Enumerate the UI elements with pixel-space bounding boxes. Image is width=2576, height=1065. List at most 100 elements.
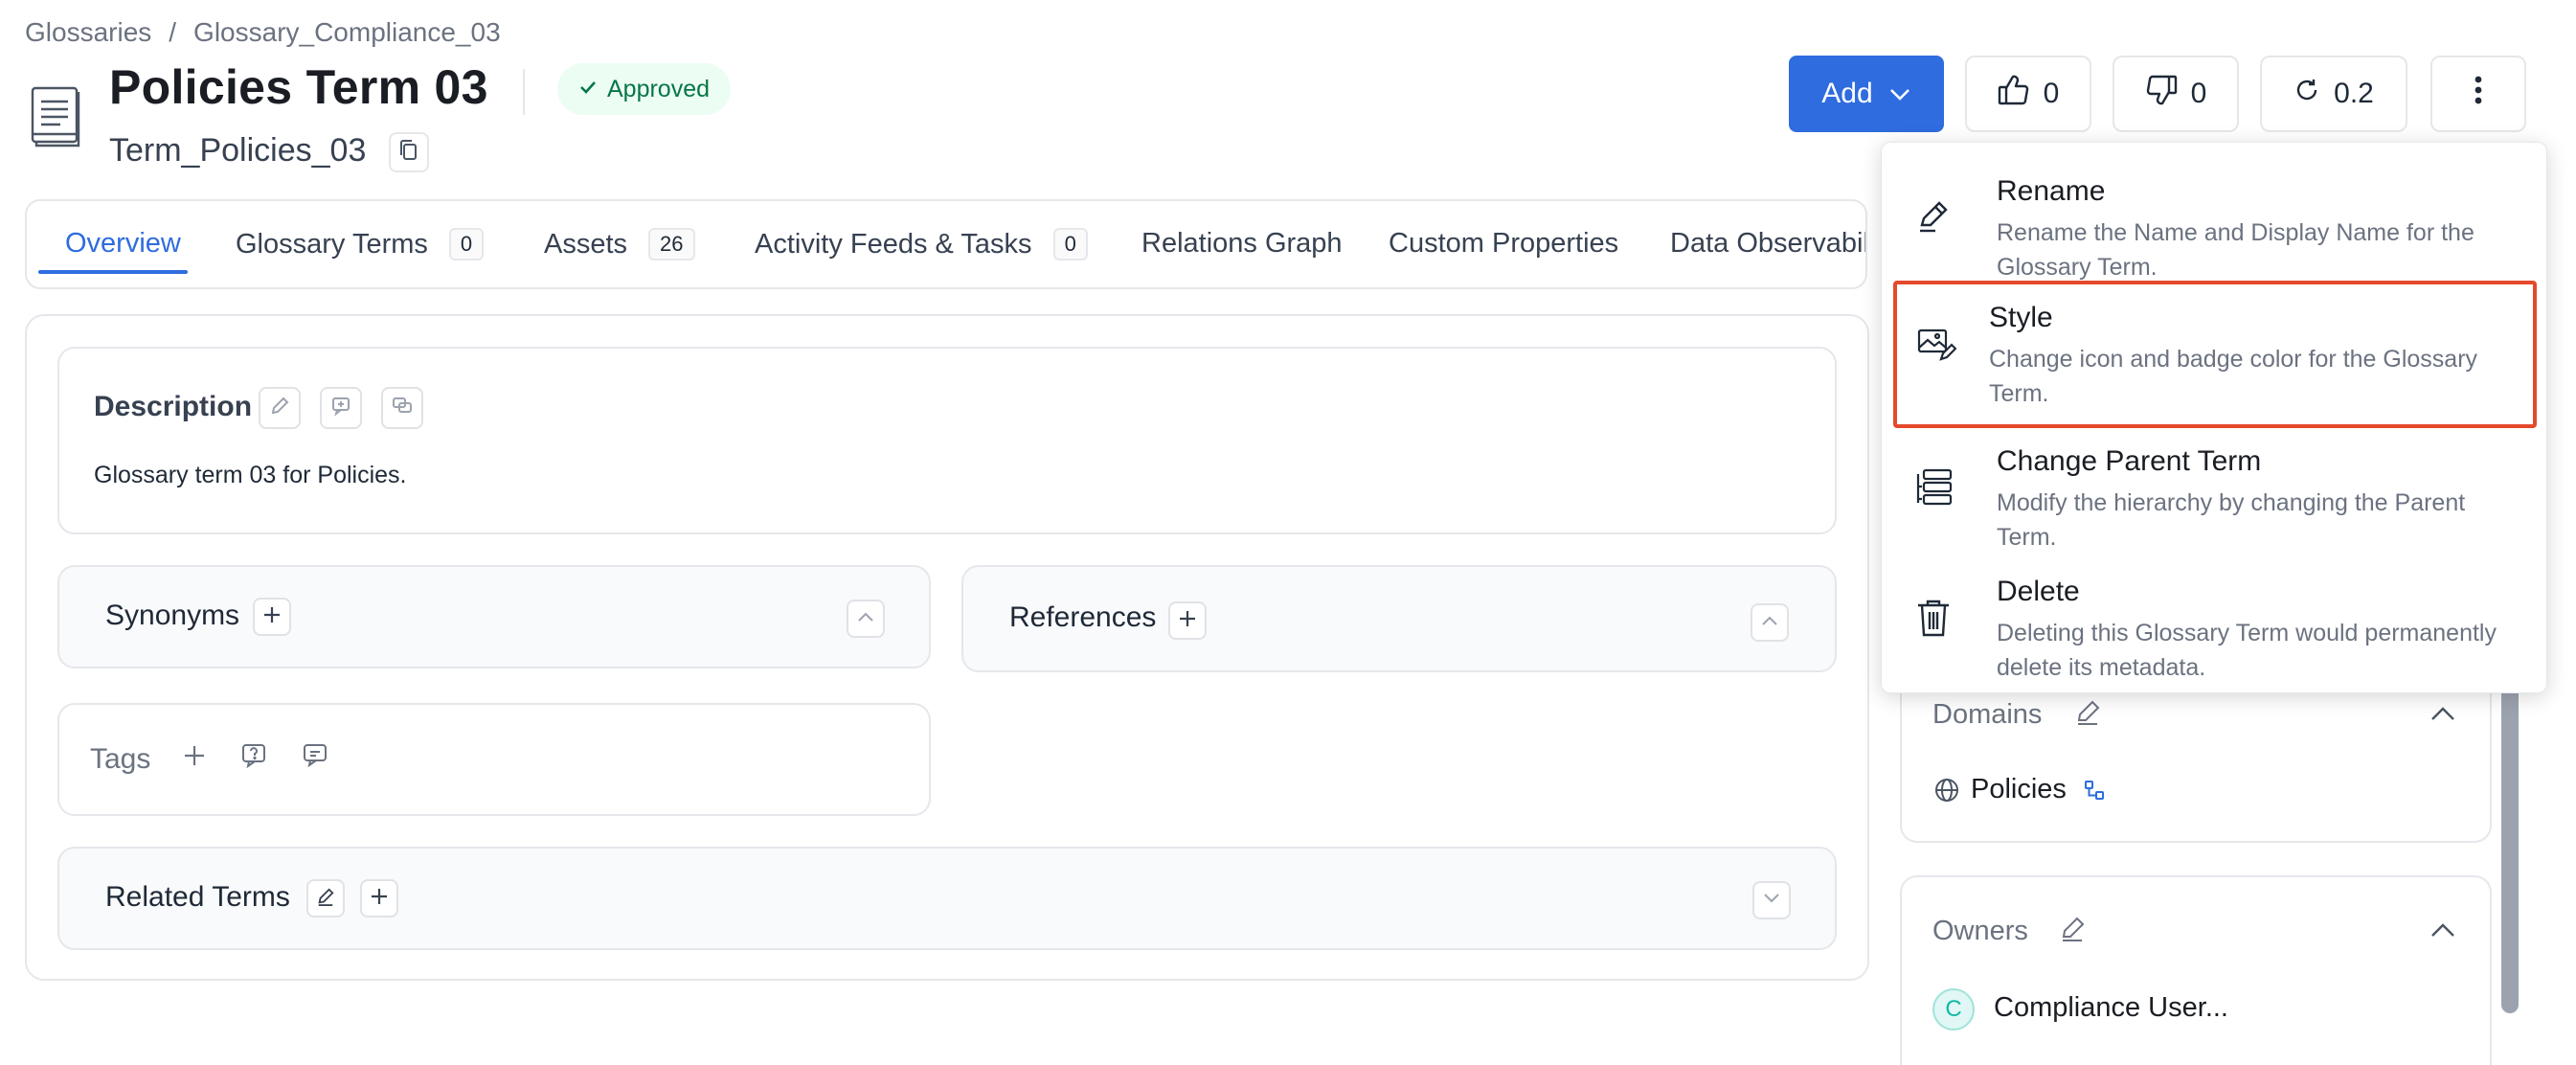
references-title: References — [1009, 601, 1157, 633]
overview-panel: Description Glossary term 03 for Policie… — [25, 314, 1869, 981]
tab-glossary-terms-count: 0 — [448, 228, 485, 261]
related-terms-title: Related Terms — [105, 881, 290, 913]
plus-icon — [182, 743, 207, 773]
domain-link[interactable]: Policies — [1971, 774, 2067, 805]
conversation-button[interactable] — [381, 387, 423, 429]
add-related-term-button[interactable] — [360, 879, 398, 918]
globe-icon — [1932, 776, 1961, 804]
tab-relations-graph[interactable]: Relations Graph — [1141, 228, 1343, 260]
active-tab-indicator — [38, 270, 188, 274]
version-history-button[interactable]: 0.2 — [2260, 56, 2407, 132]
plus-icon — [369, 886, 390, 912]
copy-button[interactable] — [389, 132, 429, 172]
trash-icon — [1914, 597, 1956, 639]
tab-data-observability-label: Data Observabilit — [1670, 228, 1867, 259]
menu-item-delete-description: Deleting this Glossary Term would perman… — [1997, 620, 2497, 681]
upvote-count: 0 — [2043, 78, 2060, 109]
collapse-owners-button[interactable] — [2427, 918, 2459, 946]
collapse-domains-button[interactable] — [2427, 701, 2459, 730]
pencil-icon — [2074, 699, 2101, 731]
tabs-bar: Overview Glossary Terms 0 Assets 26 Acti… — [25, 199, 1867, 289]
downvote-button[interactable]: 0 — [2113, 56, 2239, 132]
menu-item-delete-label: Delete — [1997, 576, 2080, 607]
tab-relations-graph-label: Relations Graph — [1141, 228, 1343, 259]
chevron-down-icon — [1888, 78, 1911, 110]
tags-conversation-button[interactable] — [299, 741, 331, 774]
version-number: 0.2 — [2334, 78, 2374, 109]
description-title: Description — [94, 391, 253, 422]
owners-card: Owners C Compliance User... — [1900, 875, 2492, 1065]
edit-domains-button[interactable] — [2070, 697, 2105, 732]
thumbs-down-icon — [2145, 75, 2178, 113]
menu-item-rename[interactable]: Rename Rename the Name and Display Name … — [1891, 150, 2539, 281]
menu-item-delete[interactable]: Delete Deleting this Glossary Term would… — [1891, 551, 2539, 681]
edit-owners-button[interactable] — [2055, 914, 2090, 948]
tab-glossary-terms[interactable]: Glossary Terms 0 — [236, 228, 485, 261]
tab-custom-properties-label: Custom Properties — [1389, 228, 1619, 259]
conversation-icon — [302, 742, 328, 774]
thumbs-up-icon — [1998, 75, 2030, 113]
pencil-icon — [269, 396, 290, 421]
tab-data-observability[interactable]: Data Observabilit — [1670, 228, 1867, 260]
pencil-icon — [2059, 916, 2086, 947]
references-card: References — [961, 565, 1837, 672]
tab-overview[interactable]: Overview — [65, 228, 181, 260]
description-text: Glossary term 03 for Policies. — [94, 462, 407, 488]
menu-item-rename-label: Rename — [1997, 175, 2106, 207]
menu-item-style[interactable]: Style Change icon and badge color for th… — [1893, 281, 2537, 428]
breadcrumb-current[interactable]: Glossary_Compliance_03 — [193, 17, 501, 48]
add-button-label: Add — [1821, 78, 1873, 109]
image-edit-icon — [1916, 325, 1958, 367]
domain-hierarchy-icon[interactable] — [2082, 778, 2107, 803]
status-label: Approved — [607, 75, 711, 102]
page-title: Policies Term 03 — [109, 60, 488, 114]
synonyms-title: Synonyms — [105, 600, 240, 631]
collapse-references-button[interactable] — [1751, 603, 1789, 642]
add-reference-button[interactable] — [1168, 601, 1207, 640]
owner-name[interactable]: Compliance User... — [1994, 992, 2228, 1024]
collapse-synonyms-button[interactable] — [847, 600, 885, 638]
domains-title: Domains — [1932, 699, 2043, 730]
tab-assets[interactable]: Assets 26 — [544, 228, 695, 261]
check-icon — [578, 76, 598, 103]
hierarchy-icon — [1914, 466, 1956, 509]
plus-icon — [261, 604, 282, 630]
add-tag-button[interactable] — [178, 741, 211, 774]
add-button[interactable]: Add — [1789, 56, 1944, 132]
request-description-button[interactable] — [320, 387, 362, 429]
tags-card: Tags — [57, 703, 931, 816]
menu-item-style-description: Change icon and badge color for the Glos… — [1989, 346, 2478, 407]
breadcrumb-glossaries-link[interactable]: Glossaries — [25, 17, 151, 48]
tags-title: Tags — [90, 743, 151, 775]
plus-icon — [1177, 608, 1198, 634]
menu-item-rename-description: Rename the Name and Display Name for the… — [1997, 219, 2474, 281]
chevron-up-icon — [2429, 705, 2456, 727]
avatar[interactable]: C — [1932, 988, 1975, 1031]
menu-item-change-parent-term-description: Modify the hierarchy by changing the Par… — [1997, 489, 2466, 551]
add-synonym-button[interactable] — [253, 598, 291, 636]
expand-related-terms-button[interactable] — [1752, 881, 1791, 919]
tab-assets-label: Assets — [544, 228, 628, 260]
more-options-button[interactable] — [2430, 56, 2526, 132]
tab-custom-properties[interactable]: Custom Properties — [1389, 228, 1618, 260]
tab-activity-feeds-label: Activity Feeds & Tasks — [755, 228, 1032, 260]
tab-glossary-terms-label: Glossary Terms — [236, 228, 428, 260]
chevron-down-icon — [1762, 892, 1781, 910]
edit-related-terms-button[interactable] — [306, 879, 345, 918]
pencil-icon — [316, 887, 335, 911]
chevron-up-icon — [2429, 921, 2456, 943]
breadcrumb-separator: / — [169, 17, 177, 47]
tab-overview-label: Overview — [65, 228, 181, 259]
edit-description-button[interactable] — [259, 387, 301, 429]
request-tags-button[interactable] — [237, 741, 270, 774]
header-divider — [523, 69, 525, 115]
comment-question-icon — [240, 742, 267, 774]
tab-activity-feeds[interactable]: Activity Feeds & Tasks 0 — [755, 228, 1088, 261]
menu-item-change-parent-term-label: Change Parent Term — [1997, 445, 2262, 477]
menu-item-change-parent-term[interactable]: Change Parent Term Modify the hierarchy … — [1891, 420, 2539, 551]
pencil-icon — [1914, 196, 1956, 238]
upvote-button[interactable]: 0 — [1965, 56, 2091, 132]
chevron-up-icon — [1760, 614, 1779, 632]
owners-title: Owners — [1932, 916, 2028, 946]
chevron-up-icon — [856, 610, 875, 628]
